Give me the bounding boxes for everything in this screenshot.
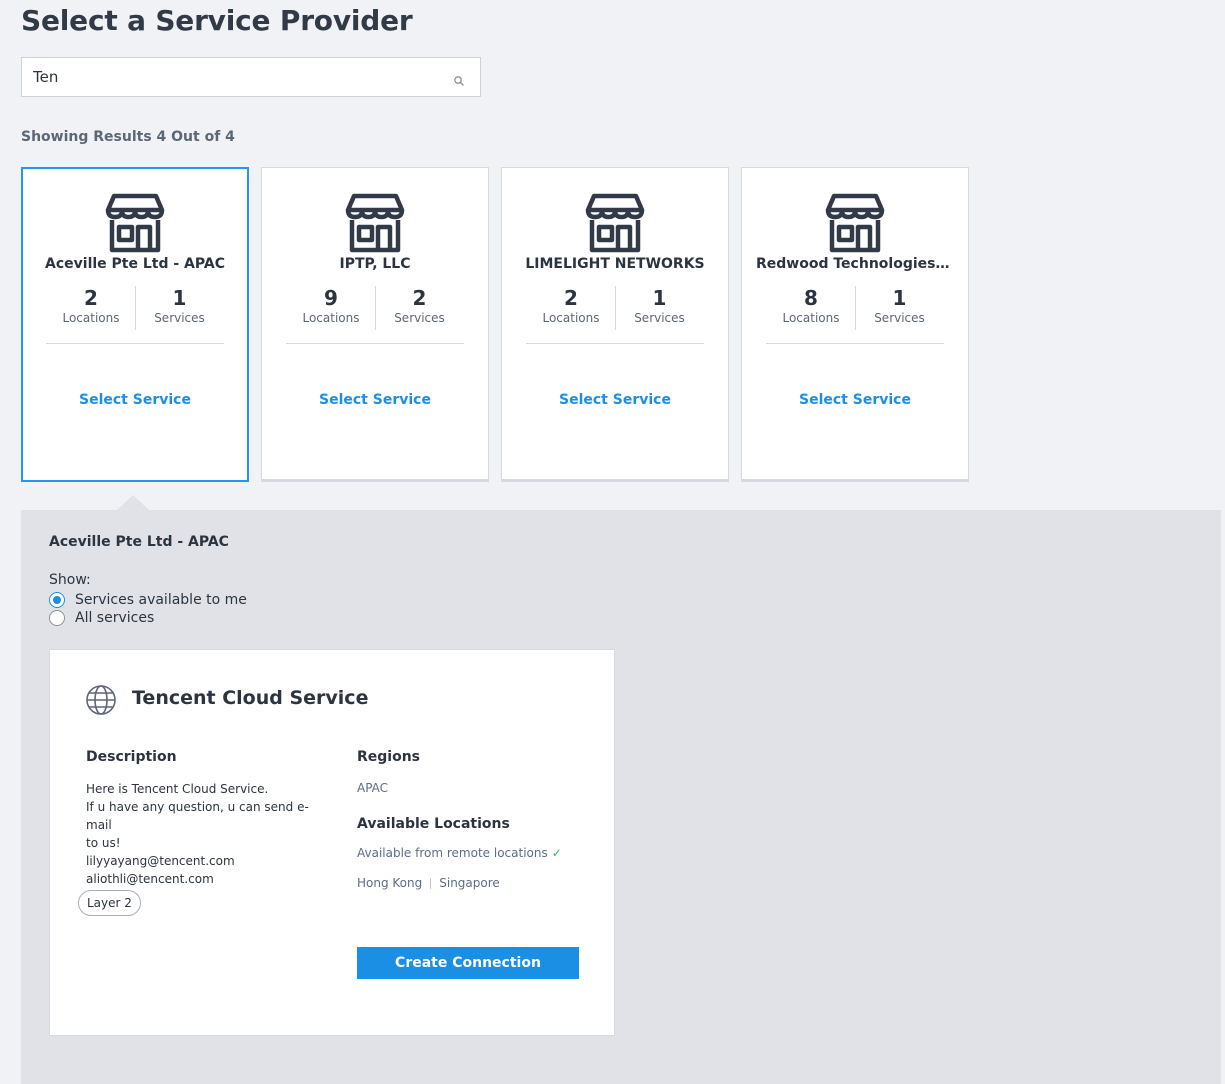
- services-stat: 1 Services: [615, 286, 703, 330]
- locations-stat: 2 Locations: [47, 286, 135, 330]
- services-count: 1: [892, 286, 907, 310]
- provider-card[interactable]: Aceville Pte Ltd - APAC 2 Locations 1 Se…: [21, 167, 249, 482]
- globe-icon: [86, 685, 116, 715]
- provider-stats: 8 Locations 1 Services: [742, 286, 968, 330]
- locations-label: Locations: [542, 311, 600, 325]
- provider-name: Redwood Technologies ...: [756, 256, 957, 272]
- select-service-link[interactable]: Select Service: [262, 392, 488, 408]
- description-line: to us!: [86, 836, 121, 850]
- service-name: Tencent Cloud Service: [132, 687, 369, 709]
- locations-label: Locations: [62, 311, 120, 325]
- provider-card[interactable]: Redwood Technologies ... 8 Locations 1 S…: [741, 167, 969, 482]
- available-locations-heading: Available Locations: [357, 816, 510, 832]
- selection-caret: [117, 495, 149, 510]
- description-line: Here is Tencent Cloud Service.: [86, 782, 269, 796]
- create-connection-button[interactable]: Create Connection: [357, 947, 579, 979]
- provider-card[interactable]: IPTP, LLC 9 Locations 2 Services Select …: [261, 167, 489, 482]
- provider-stats: 2 Locations 1 Services: [23, 286, 247, 330]
- card-divider: [46, 343, 224, 344]
- services-count: 1: [172, 286, 187, 310]
- provider-card[interactable]: LIMELIGHT NETWORKS 2 Locations 1 Service…: [501, 167, 729, 482]
- card-divider: [766, 343, 944, 344]
- radio-available[interactable]: [49, 592, 65, 608]
- description-line: If u have any question, u can send e-mai…: [86, 800, 309, 832]
- select-service-link[interactable]: Select Service: [23, 392, 247, 408]
- provider-detail-panel: Aceville Pte Ltd - APAC Show: Services a…: [21, 510, 1221, 1084]
- detail-provider-name: Aceville Pte Ltd - APAC: [49, 534, 229, 550]
- locations-count: 2: [564, 286, 578, 310]
- radio-all[interactable]: [49, 610, 65, 626]
- services-label: Services: [634, 311, 685, 325]
- services-stat: 1 Services: [135, 286, 223, 330]
- location-list: Hong Kong Singapore: [357, 876, 500, 890]
- provider-stats: 2 Locations 1 Services: [502, 286, 728, 330]
- select-service-link[interactable]: Select Service: [742, 392, 968, 408]
- storefront-icon: [104, 193, 166, 253]
- location-separator: [430, 878, 432, 889]
- filter-option-available[interactable]: Services available to me: [49, 592, 247, 608]
- provider-name: LIMELIGHT NETWORKS: [525, 256, 705, 272]
- provider-stats: 9 Locations 2 Services: [262, 286, 488, 330]
- locations-stat: 9 Locations: [287, 286, 375, 330]
- services-label: Services: [874, 311, 925, 325]
- filter-option-label: All services: [75, 610, 155, 626]
- services-stat: 1 Services: [855, 286, 943, 330]
- region-value: APAC: [357, 781, 389, 795]
- regions-heading: Regions: [357, 749, 421, 765]
- services-label: Services: [394, 311, 445, 325]
- locations-label: Locations: [302, 311, 360, 325]
- locations-stat: 2 Locations: [527, 286, 615, 330]
- page-title: Select a Service Provider: [21, 4, 413, 37]
- layer-tag: Layer 2: [78, 890, 141, 916]
- locations-count: 8: [804, 286, 818, 310]
- location-item: Singapore: [439, 876, 500, 890]
- description-heading: Description: [86, 749, 177, 765]
- remote-locations-text: Available from remote locations: [357, 846, 548, 860]
- card-divider: [286, 343, 464, 344]
- search-input[interactable]: [22, 58, 452, 96]
- location-item: Hong Kong: [357, 876, 423, 890]
- card-divider: [526, 343, 704, 344]
- provider-name: Aceville Pte Ltd - APAC: [45, 256, 225, 272]
- filter-option-label: Services available to me: [75, 592, 247, 608]
- results-count: Showing Results 4 Out of 4: [21, 129, 235, 145]
- description-line: aliothli@tencent.com: [86, 872, 214, 886]
- locations-count: 9: [324, 286, 338, 310]
- storefront-icon: [584, 193, 646, 253]
- remote-locations-note: Available from remote locations ✓: [357, 846, 562, 860]
- locations-count: 2: [84, 286, 98, 310]
- services-stat: 2 Services: [375, 286, 463, 330]
- show-label: Show:: [49, 572, 91, 588]
- storefront-icon: [344, 193, 406, 253]
- locations-stat: 8 Locations: [767, 286, 855, 330]
- service-card: Tencent Cloud Service Description Here i…: [49, 649, 615, 1036]
- locations-label: Locations: [782, 311, 840, 325]
- service-description: Here is Tencent Cloud Service. If u have…: [86, 780, 326, 888]
- provider-name: IPTP, LLC: [339, 256, 411, 272]
- description-line: lilyyayang@tencent.com: [86, 854, 235, 868]
- filter-option-all[interactable]: All services: [49, 610, 154, 626]
- services-label: Services: [154, 311, 205, 325]
- search-box[interactable]: [21, 57, 481, 97]
- services-count: 1: [652, 286, 667, 310]
- search-icon[interactable]: [452, 74, 466, 88]
- services-count: 2: [412, 286, 427, 310]
- check-icon: ✓: [551, 846, 562, 860]
- storefront-icon: [824, 193, 886, 253]
- select-service-link[interactable]: Select Service: [502, 392, 728, 408]
